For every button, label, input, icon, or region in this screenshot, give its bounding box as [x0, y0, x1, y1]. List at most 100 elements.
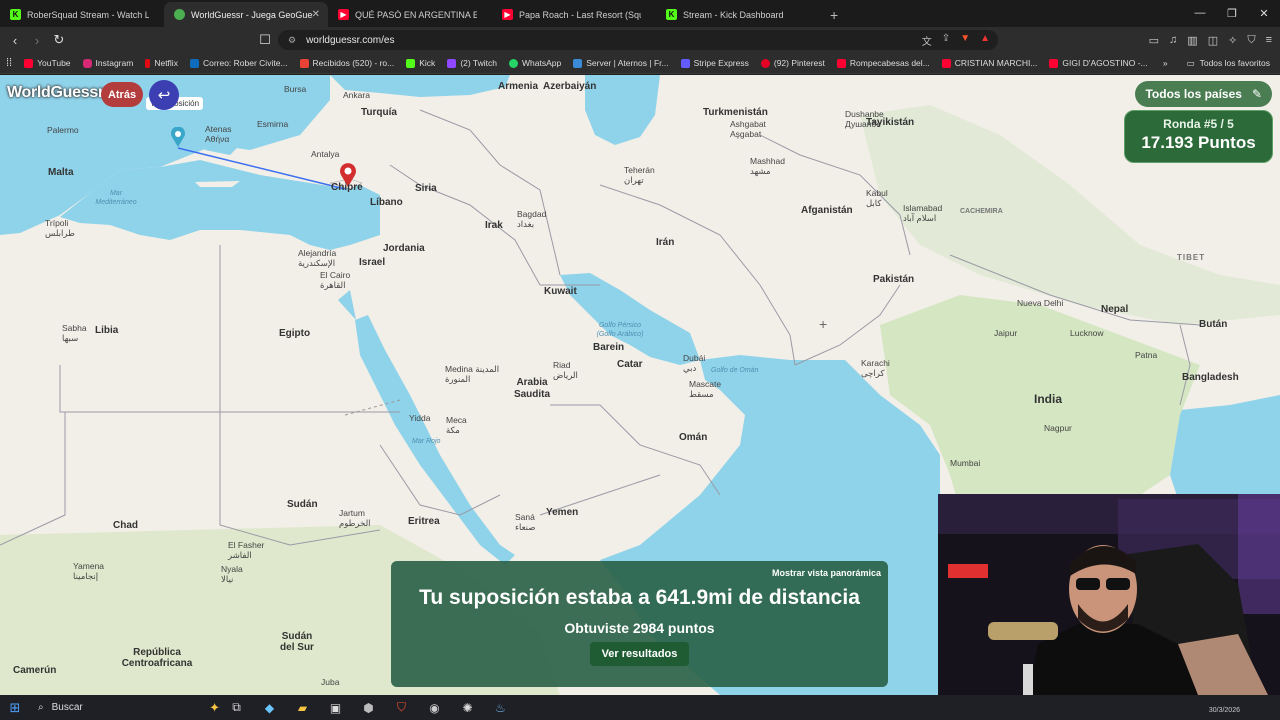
map-label-country: Bután [1199, 319, 1228, 330]
tab-title: WorldGuessr - Juega GeoGuessr [191, 9, 313, 20]
bookmark-label: Recibidos (520) - ro... [312, 58, 395, 68]
share-icon[interactable]: ⇪ [942, 33, 950, 48]
map-canvas[interactable]: Turquía Armenia Azerbaiyán Turkmenistán … [0, 75, 1280, 695]
bookmark-label: Kick [419, 58, 436, 68]
site-logo[interactable]: WorldGuessr [7, 84, 104, 102]
view-results-button[interactable]: Ver resultados [589, 642, 690, 666]
map-label-city: Teherán تهران [624, 165, 655, 185]
taskbar-search[interactable]: ⌕ Buscar ✦ [30, 695, 220, 720]
map-label-city: Saná صنعاء [515, 512, 536, 532]
tab-youtube-papa-roach[interactable]: ▶ Papa Roach - Last Resort (Squeal [492, 2, 656, 27]
back-nav-icon[interactable]: ‹ [4, 33, 26, 48]
task-view-icon[interactable]: ⧉ [220, 695, 253, 720]
map-label-country: Yemen [546, 507, 579, 518]
new-tab-button[interactable]: + [820, 2, 848, 27]
show-panorama-link[interactable]: Mostrar vista panorámica [772, 568, 881, 578]
map-label-city: Riad الرياض [553, 360, 578, 380]
points-earned-text: Obtuviste 2984 puntos [564, 620, 715, 636]
globe-icon [174, 9, 185, 20]
vpn-icon[interactable]: ⛉ [1247, 34, 1255, 47]
all-countries-button[interactable]: Todos los países ✎ [1135, 81, 1272, 107]
youtube-icon [836, 58, 846, 68]
tab-youtube-argentina[interactable]: ▶ QUÉ PASÓ EN ARGENTINA EN FEBRE [328, 2, 492, 27]
wallet-icon[interactable]: ◫ [1208, 34, 1218, 47]
map-label-country: Chipre [331, 182, 363, 193]
bookmark-icon[interactable]: ☐ [254, 32, 276, 48]
apps-icon[interactable]: ⁞⁞ [0, 57, 18, 69]
map-label-city: Yamena إنجامينا [73, 561, 105, 581]
bookmark-netflix[interactable]: Netflix [139, 58, 184, 68]
bookmarks-bar: ⁞⁞ YouTube Instagram Netflix Correo: Rob… [0, 53, 1280, 74]
bookmark-pinterest[interactable]: (92) Pinterest [755, 58, 831, 68]
close-window-icon[interactable]: ✕ [1248, 0, 1280, 26]
file-explorer-icon[interactable]: ▰ [286, 695, 319, 720]
minimize-icon[interactable]: — [1184, 0, 1216, 26]
map-label-sea: Mar Rojo [412, 438, 441, 445]
bookmark-twitch[interactable]: (2) Twitch [441, 58, 503, 68]
tab-title: RoberSquad Stream - Watch Live [27, 9, 149, 20]
map-label-city: Atenas Αθήνα [205, 124, 232, 144]
app-icon[interactable]: ⬢ [352, 695, 385, 720]
brave-shield-icon[interactable]: ▼ [960, 33, 970, 48]
site-info-icon[interactable]: ⚙ [288, 35, 296, 46]
obs-icon[interactable]: ◉ [418, 695, 451, 720]
reload-icon[interactable]: ↻ [48, 32, 70, 48]
restore-icon[interactable]: ❐ [1216, 0, 1248, 26]
map-label-country: Bangladesh [1182, 372, 1239, 383]
bookmark-label: Instagram [95, 58, 134, 68]
bookmark-label: Rompecabesas del... [849, 58, 930, 68]
music-icon[interactable]: ♫ [1169, 34, 1177, 47]
map-label-city: Mumbai [950, 458, 981, 468]
bookmark-aternos[interactable]: Server | Aternos | Fr... [567, 58, 674, 68]
toolbar-right: ▭ ♫ ▥ ◫ ✧ ⛉ ≡ [1149, 34, 1272, 47]
whatsapp-icon [509, 58, 518, 68]
bookmark-whatsapp[interactable]: WhatsApp [503, 58, 567, 68]
tab-kick-stream[interactable]: K RoberSquad Stream - Watch Live [0, 2, 164, 27]
tab-worldguessr[interactable]: WorldGuessr - Juega GeoGuessr ✕ [164, 2, 328, 27]
bookmark-kick[interactable]: Kick [400, 58, 441, 68]
aternos-icon [573, 58, 583, 68]
url-field[interactable]: ⚙ worldguessr.com/es 文 ⇪ ▼ ▲ [278, 30, 998, 50]
forward-nav-icon[interactable]: › [26, 33, 48, 48]
rewards-icon[interactable]: ▲ [980, 33, 990, 48]
total-points: 17.193 Puntos [1141, 133, 1256, 152]
menu-icon[interactable]: ≡ [1266, 34, 1272, 47]
bookmark-youtube[interactable]: YouTube [18, 58, 76, 68]
map-label-city: Antalya [311, 149, 340, 159]
windows-start-icon[interactable]: ⊞ [0, 700, 30, 716]
close-tab-icon[interactable]: ✕ [312, 9, 320, 20]
bookmark-rompecabezas[interactable]: Rompecabesas del... [831, 58, 936, 68]
bookmark-cristian[interactable]: CRISTIAN MARCHI... [936, 58, 1044, 68]
bookmark-outlook[interactable]: Correo: Rober Civite... [184, 58, 294, 68]
undo-button[interactable]: ↩ [149, 80, 179, 110]
all-favorites[interactable]: » ▭ Todos los favoritos [1163, 58, 1270, 69]
map-label-country: Afganistán [801, 205, 853, 216]
store-icon[interactable]: ▣ [319, 695, 352, 720]
map-label-city: Bagdad بغداد [517, 209, 547, 229]
gmail-icon [299, 58, 309, 68]
map-label-country: Turkmenistán [703, 107, 768, 118]
leo-icon[interactable]: ✧ [1228, 34, 1237, 47]
screenshot-icon[interactable]: ▭ [1149, 34, 1159, 47]
map-label-country: Jordania [383, 243, 425, 254]
chatgpt-icon[interactable]: ✺ [451, 695, 484, 720]
bookmark-gmail[interactable]: Recibidos (520) - ro... [294, 58, 401, 68]
translate-icon[interactable]: 文 [922, 33, 932, 48]
bookmark-gigi[interactable]: GIGI D'AGOSTINO -... [1043, 58, 1153, 68]
bookmark-label: (2) Twitch [460, 58, 497, 68]
map-label-country: Turquía [361, 107, 397, 118]
chevron-right-icon[interactable]: » [1163, 58, 1168, 68]
sidebar-icon[interactable]: ▥ [1187, 34, 1197, 47]
back-button[interactable]: Atrás [101, 82, 143, 107]
bookmark-instagram[interactable]: Instagram [77, 58, 140, 68]
copilot-icon[interactable]: ◆ [253, 695, 286, 720]
map-label-country: Malta [48, 167, 74, 178]
guess-marker[interactable] [170, 127, 186, 147]
steam-icon[interactable]: ♨ [484, 695, 517, 720]
map-label-city: Yidda [409, 413, 431, 423]
bookmark-stripe[interactable]: Stripe Express [675, 58, 755, 68]
map-label-country: CACHEMIRA [960, 208, 1003, 215]
brave-browser-icon[interactable]: ⛉ [385, 695, 418, 720]
map-label-city: Nueva Delhi [1017, 298, 1064, 308]
tab-kick-dashboard[interactable]: K Stream - Kick Dashboard [656, 2, 820, 27]
